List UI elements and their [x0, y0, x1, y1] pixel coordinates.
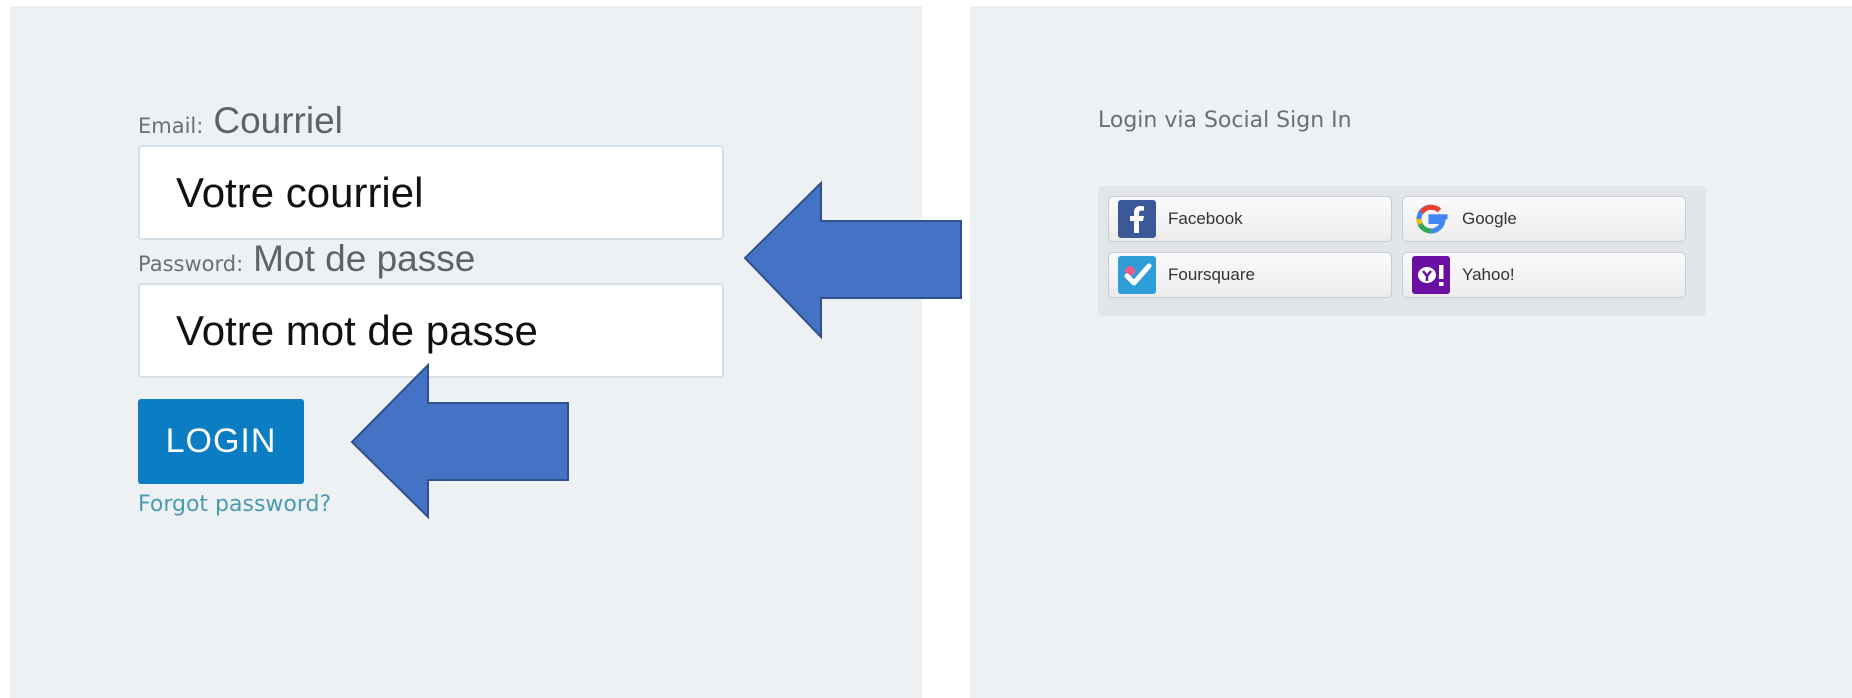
google-icon — [1412, 200, 1450, 238]
facebook-icon — [1118, 200, 1156, 238]
social-login-title: Login via Social Sign In — [1098, 108, 1352, 133]
foursquare-login-button[interactable]: Foursquare — [1108, 252, 1392, 298]
foursquare-label: Foursquare — [1168, 265, 1255, 284]
facebook-login-button[interactable]: Facebook — [1108, 196, 1392, 242]
facebook-label: Facebook — [1168, 209, 1243, 228]
yahoo-icon — [1412, 256, 1450, 294]
foursquare-icon — [1118, 256, 1156, 294]
yahoo-label: Yahoo! — [1462, 265, 1515, 284]
yahoo-login-button[interactable]: Yahoo! — [1402, 252, 1686, 298]
annotation-arrows — [350, 180, 962, 520]
arrow-pointing-to-fields — [743, 180, 962, 340]
arrow-pointing-to-login — [350, 362, 569, 520]
social-buttons-container: Facebook Google Foursquare Yahoo! — [1098, 186, 1706, 316]
google-label: Google — [1462, 209, 1517, 228]
google-login-button[interactable]: Google — [1402, 196, 1686, 242]
